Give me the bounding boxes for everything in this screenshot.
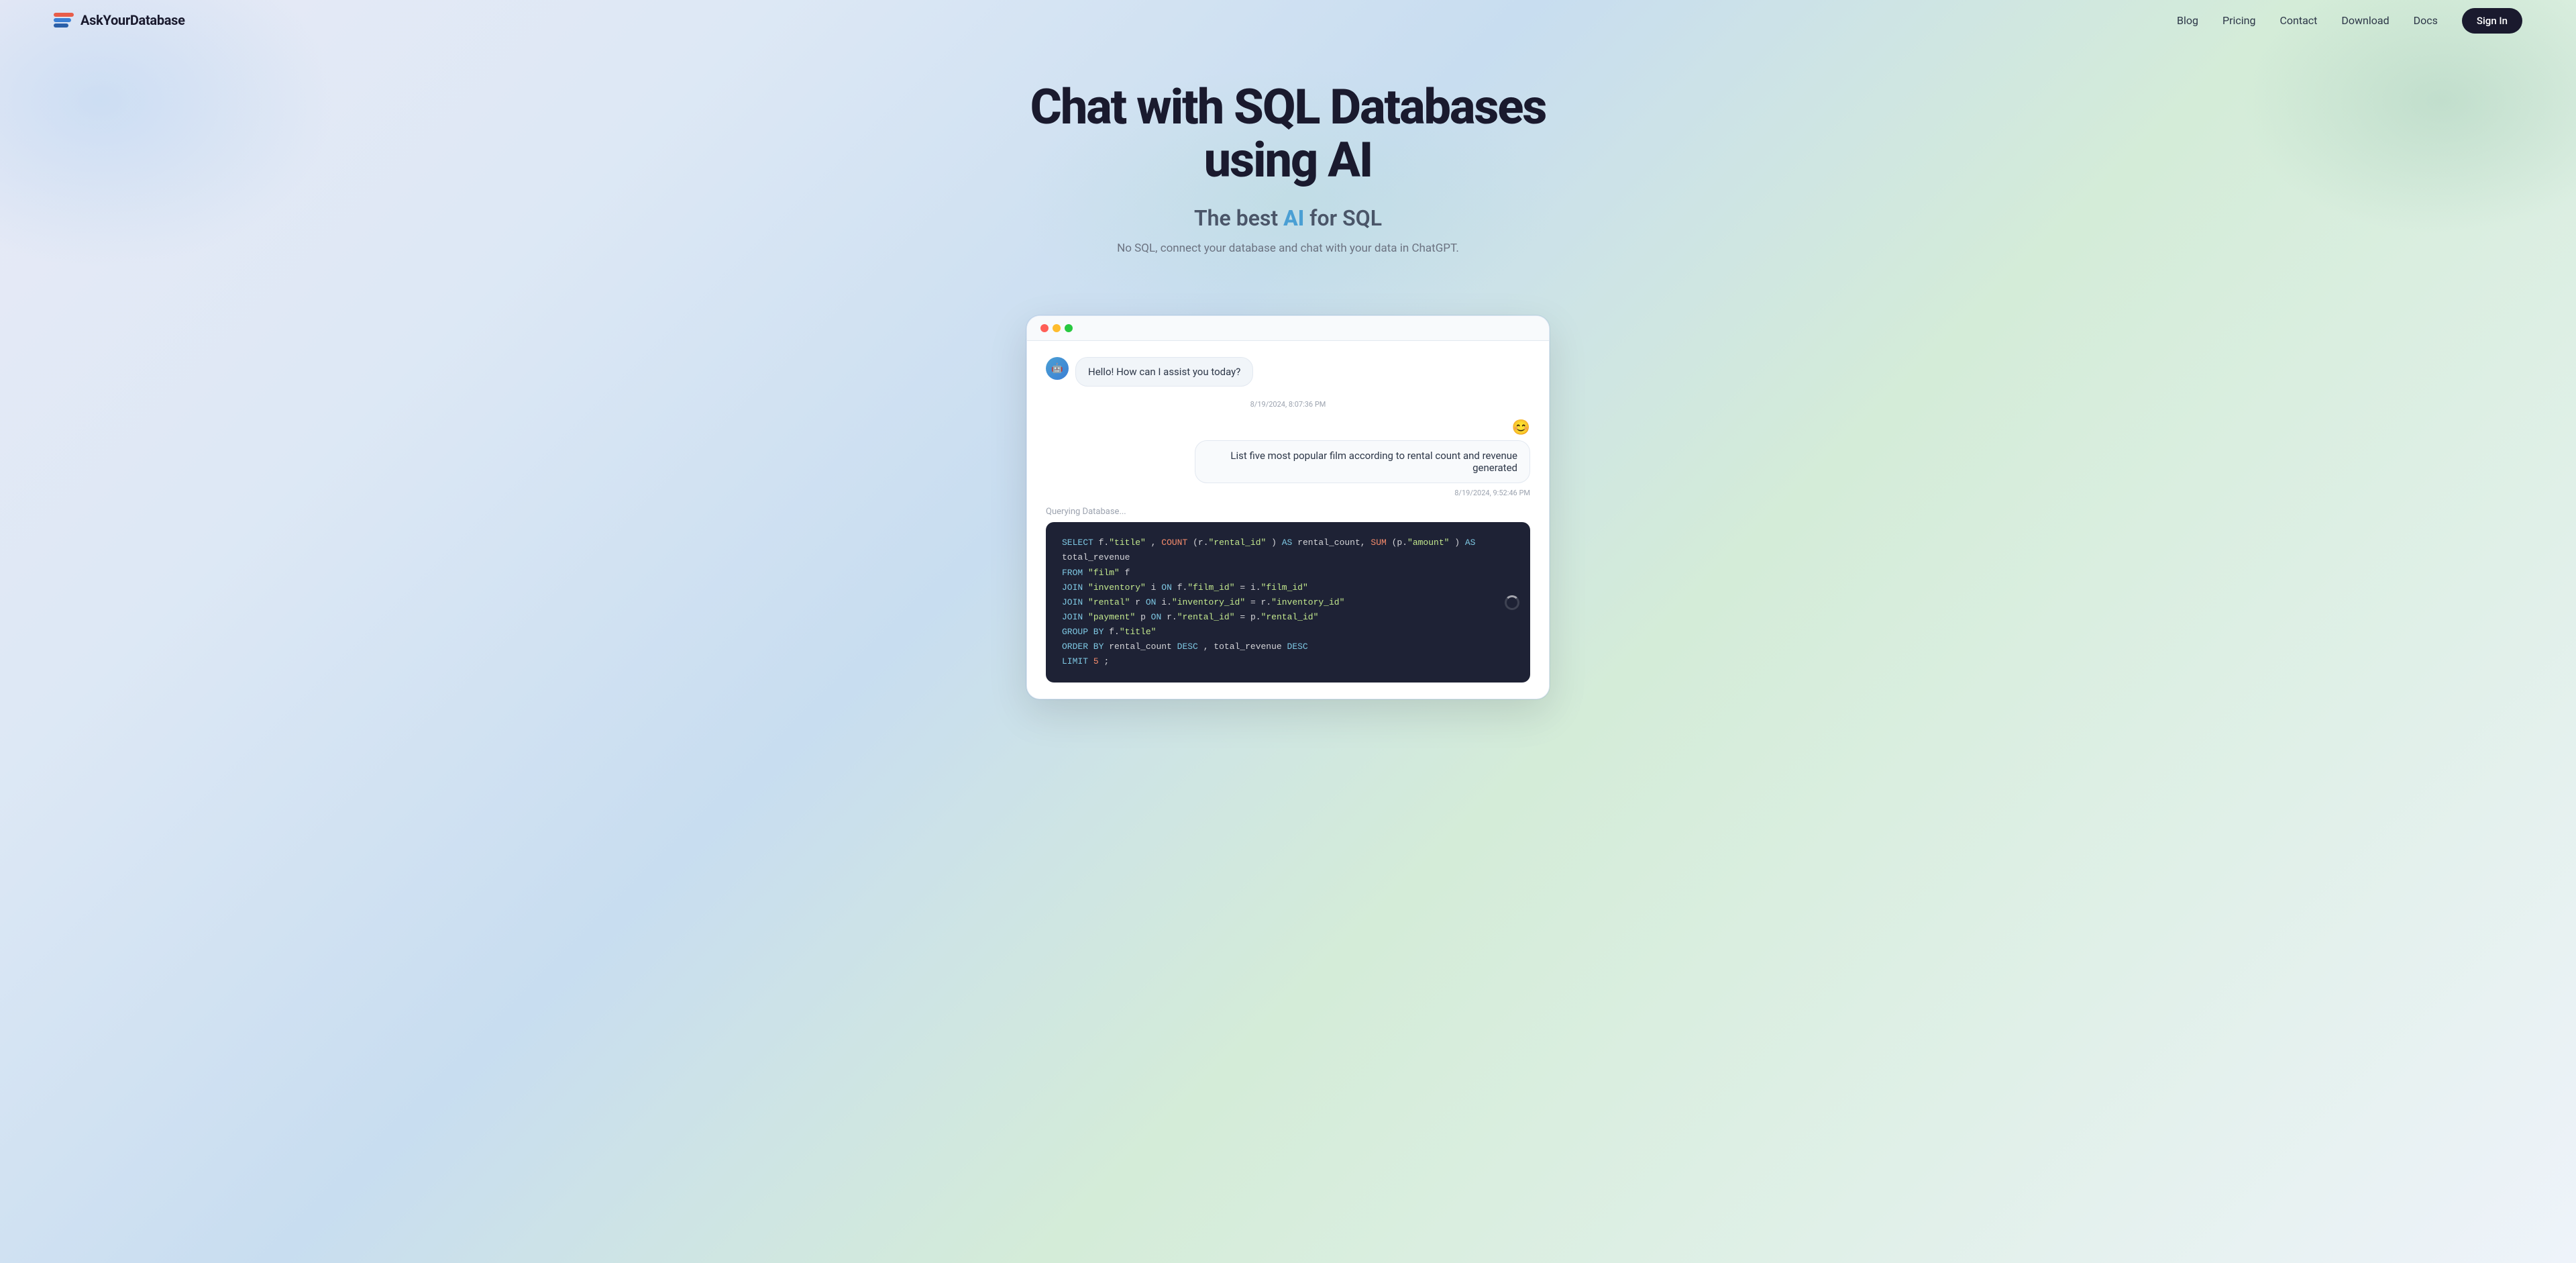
bot-message-row: 🤖 Hello! How can I assist you today? [1046,357,1530,387]
user-avatar: 😊 [1512,419,1530,436]
bot-message-bubble: Hello! How can I assist you today? [1075,357,1253,387]
query-label: Querying Database... [1046,507,1530,517]
nav-download[interactable]: Download [2341,14,2389,27]
bot-avatar: 🤖 [1046,357,1069,380]
navbar: AskYourDatabase Blog Pricing Contact Dow… [0,0,2576,40]
sql-line-4: JOIN "rental" r ON i."inventory_id" = r.… [1062,595,1514,610]
hero-title: Chat with SQL Databases using AI [986,81,1590,187]
hero-description: No SQL, connect your database and chat w… [1087,242,1489,255]
logo-link[interactable]: AskYourDatabase [54,12,185,28]
user-message-bubble: List five most popular film according to… [1195,440,1530,483]
nav-links: Blog Pricing Contact Download Docs Sign … [2177,14,2522,27]
sql-line-8: LIMIT 5 ; [1062,654,1514,669]
bot-message-time: 8/19/2024, 8:07:36 PM [1046,400,1530,409]
sign-in-button[interactable]: Sign In [2462,8,2522,34]
sql-code-block: SELECT f."title" , COUNT (r."rental_id" … [1046,522,1530,683]
sql-line-7: ORDER BY rental_count DESC , total_reven… [1062,640,1514,654]
chat-window: 🤖 Hello! How can I assist you today? 8/1… [1026,315,1550,699]
sql-line-1: SELECT f."title" , COUNT (r."rental_id" … [1062,536,1514,565]
chat-header [1027,316,1549,341]
user-message-row: 😊 List five most popular film according … [1046,419,1530,483]
loading-spinner [1505,595,1519,610]
chat-demo: 🤖 Hello! How can I assist you today? 8/1… [1013,315,1563,699]
chat-body: 🤖 Hello! How can I assist you today? 8/1… [1027,341,1549,699]
nav-blog[interactable]: Blog [2177,14,2198,27]
nav-pricing[interactable]: Pricing [2222,14,2256,27]
maximize-dot [1065,324,1073,332]
sql-line-3: JOIN "inventory" i ON f."film_id" = i."f… [1062,580,1514,595]
subtitle-ai: AI [1283,205,1304,231]
nav-docs[interactable]: Docs [2414,14,2438,27]
user-message-time: 8/19/2024, 9:52:46 PM [1046,489,1530,497]
sql-line-5: JOIN "payment" p ON r."rental_id" = p."r… [1062,610,1514,625]
hero-section: Chat with SQL Databases using AI The bes… [0,40,2576,315]
subtitle-prefix: The best [1194,205,1283,231]
nav-contact[interactable]: Contact [2279,14,2317,27]
sql-line-6: GROUP BY f."title" [1062,625,1514,640]
minimize-dot [1053,324,1061,332]
hero-subtitle: The best AI for SQL [13,205,2563,231]
logo-icon [54,13,74,28]
logo-text: AskYourDatabase [80,12,185,28]
sql-line-2: FROM "film" f [1062,566,1514,580]
close-dot [1040,324,1049,332]
window-controls [1040,324,1073,332]
subtitle-suffix: for SQL [1304,205,1382,231]
